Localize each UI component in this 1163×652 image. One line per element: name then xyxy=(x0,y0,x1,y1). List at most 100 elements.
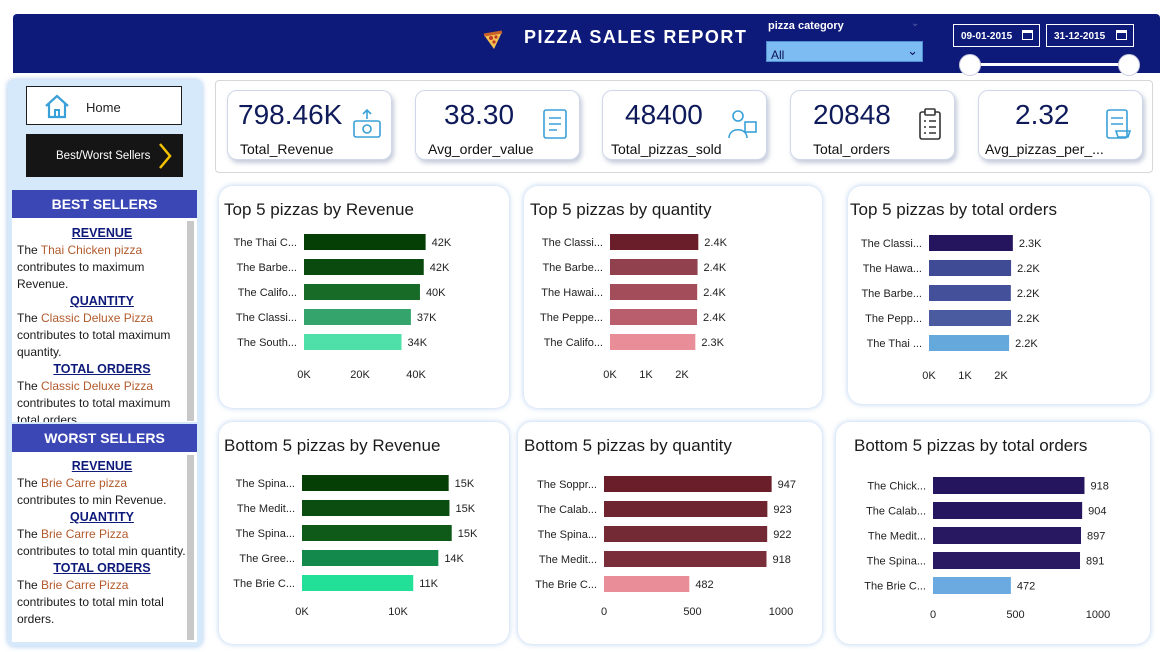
data-label: 922 xyxy=(773,529,791,541)
kpi-value: 798.46K xyxy=(238,99,343,130)
data-label: 2.2K xyxy=(1017,313,1040,325)
kpi-label: Total_Revenue xyxy=(240,141,334,157)
bar xyxy=(604,551,767,567)
date-range-end-handle[interactable] xyxy=(1118,54,1140,76)
order-list-icon xyxy=(543,109,567,139)
bottom-quantity-bar-chart: The Soppr... 947 The Calab... 923 The Spina.… xyxy=(535,476,796,618)
worst-quantity-title: QUANTITY xyxy=(70,510,134,524)
data-label: 14K xyxy=(444,553,464,565)
start-date-field[interactable]: 09-01-2015 xyxy=(953,24,1040,47)
category-label: The Medit... xyxy=(539,554,597,566)
end-date-field[interactable]: 31-12-2015 xyxy=(1046,24,1134,47)
chart-card-top-quantity: Top 5 pizzas by quantity The Classi... 2.… xyxy=(524,186,822,408)
category-label: The Chick... xyxy=(867,481,926,493)
category-label: The Thai ... xyxy=(867,338,922,350)
data-label: 42K xyxy=(432,237,452,249)
chevron-right-icon xyxy=(159,143,172,169)
chart-card-bottom-revenue: Bottom 5 pizzas by Revenue The Spina... 1… xyxy=(219,422,509,644)
category-label: The Spina... xyxy=(236,478,295,490)
bar xyxy=(929,335,1010,351)
chart-card-top-orders: Top 5 pizzas by total orders The Classi.… xyxy=(848,186,1150,404)
x-tick-label: 2K xyxy=(675,369,689,381)
money-icon xyxy=(353,108,381,138)
home-icon xyxy=(45,94,69,119)
data-label: 2.3K xyxy=(1019,238,1042,250)
bar xyxy=(929,310,1012,326)
best-revenue-title: REVENUE xyxy=(71,226,133,240)
bar xyxy=(610,259,698,275)
category-label: The Classi... xyxy=(236,312,297,324)
x-tick-label: 10K xyxy=(388,606,408,618)
kpi-value: 48400 xyxy=(625,99,703,130)
x-tick-label: 2K xyxy=(994,370,1008,382)
best-sellers-scrollbar[interactable] xyxy=(187,221,194,421)
bar xyxy=(933,577,1011,594)
category-label: The Pepp... xyxy=(865,313,922,325)
bar xyxy=(302,550,439,566)
data-label: 2.4K xyxy=(703,287,726,299)
data-label: 2.2K xyxy=(1017,263,1040,275)
best-sellers-heading: BEST SELLERS xyxy=(12,190,197,218)
chart-card-bottom-orders: Bottom 5 pizzas by total orders The Chic… xyxy=(836,422,1150,644)
x-tick-label: 1K xyxy=(639,369,653,381)
worst-quantity-text: The Brie Carre Pizza contributes to tota… xyxy=(17,527,186,558)
worst-revenue-title: REVENUE xyxy=(71,459,133,473)
data-label: 947 xyxy=(778,479,796,491)
bar xyxy=(929,260,1012,276)
category-label: The Barbe... xyxy=(542,262,603,274)
data-label: 482 xyxy=(695,579,713,591)
kpi-card-avg-order-value: 38.30 Avg_order_value xyxy=(415,90,580,160)
x-tick-label: 0 xyxy=(930,609,936,621)
x-tick-label: 1K xyxy=(958,370,972,382)
kpi-label: Total_orders xyxy=(813,141,891,157)
x-tick-label: 0K xyxy=(603,369,617,381)
category-label: The Calab... xyxy=(537,504,597,516)
clipboard-icon xyxy=(919,108,941,140)
category-label: The Brie C... xyxy=(864,581,926,593)
top-quantity-bar-chart: The Classi... 2.4K The Barbe... 2.4K The Haw… xyxy=(540,234,728,381)
home-label: Home xyxy=(86,100,121,115)
data-label: 2.2K xyxy=(1017,288,1040,300)
data-label: 37K xyxy=(417,312,437,324)
bottom-orders-bar-chart: The Chick... 918 The Calab... 904 The Medit.… xyxy=(864,477,1110,621)
data-label: 2.2K xyxy=(1015,338,1038,350)
best-revenue-text: The Thai Chicken pizza contributes to ma… xyxy=(17,243,145,291)
data-label: 472 xyxy=(1017,581,1035,593)
start-date-value: 09-01-2015 xyxy=(961,31,1013,42)
bar xyxy=(929,235,1013,251)
bar xyxy=(610,309,698,325)
home-button[interactable]: Home xyxy=(26,86,182,125)
best-sellers-panel[interactable]: REVENUE The Thai Chicken pizza contribut… xyxy=(12,218,197,422)
pizza-category-dropdown[interactable]: All ⌄ xyxy=(766,41,923,62)
bar xyxy=(604,501,768,517)
worst-sellers-scrollbar[interactable] xyxy=(187,455,194,640)
calendar-icon[interactable] xyxy=(1116,30,1127,40)
data-label: 15K xyxy=(455,503,475,515)
bar xyxy=(933,477,1085,494)
cart-list-icon xyxy=(1106,109,1132,139)
pizza-category-label: pizza category xyxy=(768,20,844,32)
category-label: The Califo... xyxy=(544,337,603,349)
worst-sellers-panel[interactable]: REVENUE The Brie Carre pizza contributes… xyxy=(12,452,197,642)
category-label: The Medit... xyxy=(237,503,295,515)
date-range-start-handle[interactable] xyxy=(959,54,981,76)
bar xyxy=(302,500,450,516)
bar xyxy=(604,576,690,592)
kpi-value: 38.30 xyxy=(444,99,515,130)
data-label: 891 xyxy=(1086,556,1104,568)
kpi-card-total-pizzas-sold: 48400 Total_pizzas_sold xyxy=(602,90,767,160)
data-label: 923 xyxy=(773,504,791,516)
category-label: The Barbe... xyxy=(861,288,922,300)
x-tick-label: 0K xyxy=(922,370,936,382)
date-range-track[interactable] xyxy=(970,63,1128,66)
bar xyxy=(610,334,696,350)
kpi-label: Avg_pizzas_per_... xyxy=(985,141,1104,157)
bar xyxy=(304,334,402,350)
calendar-icon[interactable] xyxy=(1022,30,1033,40)
slicer-collapse-icon[interactable]: ⌄ xyxy=(911,18,919,29)
bar xyxy=(304,259,424,275)
report-title: PIZZA SALES REPORT xyxy=(524,27,748,47)
best-worst-sellers-button[interactable]: Best/Worst Sellers xyxy=(26,134,183,177)
data-label: 11K xyxy=(419,578,438,590)
category-label: The Thai C... xyxy=(234,237,297,249)
